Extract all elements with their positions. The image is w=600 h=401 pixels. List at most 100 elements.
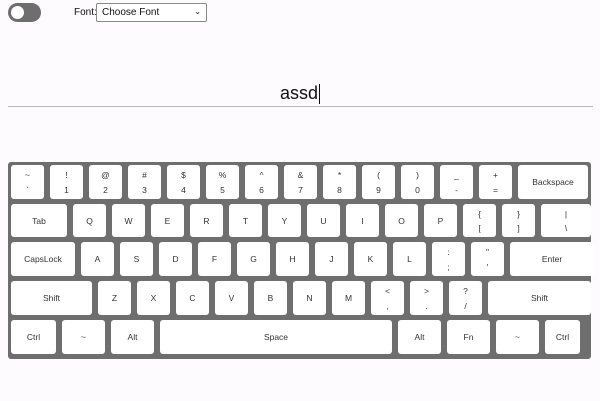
key-label: Ctrl bbox=[26, 332, 41, 342]
key-label: W bbox=[124, 215, 133, 226]
key-j[interactable]: J bbox=[315, 242, 348, 276]
key-8[interactable]: * 8 bbox=[323, 165, 356, 199]
key-base-label: ` bbox=[26, 185, 29, 195]
key-shift-label: + bbox=[493, 170, 498, 180]
key-c[interactable]: C bbox=[176, 281, 209, 315]
key-label: L bbox=[407, 254, 412, 264]
key-o[interactable]: O bbox=[385, 204, 418, 237]
key-shift-label: " bbox=[485, 247, 490, 257]
key-e[interactable]: E bbox=[151, 204, 184, 237]
key-y[interactable]: Y bbox=[268, 204, 301, 237]
key-g[interactable]: G bbox=[237, 242, 270, 276]
key-shift[interactable]: Shift bbox=[488, 281, 591, 315]
key-l[interactable]: L bbox=[393, 242, 426, 276]
key-symbol[interactable]: >. bbox=[410, 281, 443, 315]
key-label: Enter bbox=[541, 254, 563, 264]
key-base-label: 1 bbox=[64, 185, 69, 195]
key-3[interactable]: #3 bbox=[128, 165, 161, 199]
key-2[interactable]: @2 bbox=[89, 165, 122, 199]
key-alt[interactable]: Alt bbox=[111, 320, 154, 354]
key-label: D bbox=[172, 254, 179, 264]
key-m[interactable]: M bbox=[332, 281, 365, 315]
typed-text: assd bbox=[279, 83, 319, 103]
key-ctrl[interactable]: Ctrl bbox=[11, 320, 56, 354]
key-shift-label: & bbox=[297, 170, 304, 180]
key-label: H bbox=[289, 254, 296, 264]
key-b[interactable]: B bbox=[254, 281, 287, 315]
key-0[interactable]: ) 0 bbox=[401, 165, 434, 199]
key-x[interactable]: X bbox=[137, 281, 170, 315]
key-enter[interactable]: Enter bbox=[510, 242, 594, 276]
key-v[interactable]: V bbox=[215, 281, 248, 315]
key-shift-label: _ bbox=[454, 170, 459, 180]
key-backspace[interactable]: Backspace bbox=[518, 165, 588, 199]
key-symbol[interactable]: " ' bbox=[471, 242, 504, 276]
key-6[interactable]: ^ 6 bbox=[245, 165, 278, 199]
key-shift-label: % bbox=[218, 170, 227, 180]
font-select[interactable]: Choose Font ⌄ bbox=[96, 3, 207, 22]
key-symbol[interactable]: ~ bbox=[496, 320, 539, 354]
key-n[interactable]: N bbox=[293, 281, 326, 315]
key-base-label: ] bbox=[517, 223, 520, 233]
key-z[interactable]: Z bbox=[98, 281, 131, 315]
key-label: ~ bbox=[515, 332, 520, 342]
key-base-label: - bbox=[455, 185, 458, 195]
key-base-label: 4 bbox=[181, 185, 186, 195]
key-fn[interactable]: Fn bbox=[447, 320, 490, 354]
key-label: A bbox=[94, 254, 101, 264]
key-w[interactable]: W bbox=[112, 204, 145, 237]
key-h[interactable]: H bbox=[276, 242, 309, 276]
key-d[interactable]: D bbox=[159, 242, 192, 276]
key-shift-label: @ bbox=[101, 170, 110, 180]
key-p[interactable]: P bbox=[424, 204, 457, 237]
key-5[interactable]: % 5 bbox=[206, 165, 239, 199]
key-shift-label: ) bbox=[416, 170, 419, 180]
virtual-keyboard: ~ `! 1 @2 #3 $4% 5 ^ 6 & 7 * 8(9) 0 _ - + = Backspace Tab Q W… bbox=[8, 162, 594, 359]
key-label: B bbox=[267, 293, 274, 303]
key-ctrl[interactable]: Ctrl bbox=[545, 320, 580, 354]
key-base-label: [ bbox=[478, 223, 481, 233]
key-symbol[interactable]: ? / bbox=[449, 281, 482, 315]
key-label: X bbox=[150, 293, 157, 303]
key-label: V bbox=[228, 293, 235, 303]
key-symbol[interactable]: {[ bbox=[463, 204, 496, 237]
key-u[interactable]: U bbox=[307, 204, 340, 237]
key-symbol[interactable]: <, bbox=[371, 281, 404, 315]
key-s[interactable]: S bbox=[120, 242, 153, 276]
key-symbol[interactable]: ~ ` bbox=[11, 165, 44, 199]
key-shift-label: > bbox=[424, 286, 429, 296]
key-shift[interactable]: Shift bbox=[11, 281, 92, 315]
key-4[interactable]: $4 bbox=[167, 165, 200, 199]
key-base-label: 7 bbox=[298, 185, 303, 195]
key-7[interactable]: & 7 bbox=[284, 165, 317, 199]
key-alt[interactable]: Alt bbox=[398, 320, 441, 354]
key-i[interactable]: I bbox=[346, 204, 379, 237]
key-space[interactable]: Space bbox=[160, 320, 392, 354]
key-base-label: ; bbox=[447, 262, 450, 272]
key-tab[interactable]: Tab bbox=[11, 204, 67, 237]
key-q[interactable]: Q bbox=[73, 204, 106, 237]
key-r[interactable]: R bbox=[190, 204, 223, 237]
key-symbol[interactable]: | \ bbox=[541, 204, 591, 237]
key-label: Shift bbox=[530, 293, 548, 303]
key-symbol[interactable]: + = bbox=[479, 165, 512, 199]
key-symbol[interactable]: _ - bbox=[440, 165, 473, 199]
key-capslock[interactable]: CapsLock bbox=[11, 242, 75, 276]
key-k[interactable]: K bbox=[354, 242, 387, 276]
text-cursor bbox=[319, 84, 321, 105]
key-label: F bbox=[211, 254, 218, 264]
key-symbol[interactable]: ~ bbox=[62, 320, 105, 354]
key-symbol[interactable]: }] bbox=[502, 204, 535, 237]
key-1[interactable]: ! 1 bbox=[50, 165, 83, 199]
key-label: Shift bbox=[42, 293, 60, 303]
theme-toggle[interactable] bbox=[8, 3, 41, 22]
key-shift-label: ~ bbox=[25, 170, 30, 180]
key-shift-label: { bbox=[478, 209, 481, 219]
key-a[interactable]: A bbox=[81, 242, 114, 276]
key-label: E bbox=[164, 215, 171, 226]
key-9[interactable]: (9 bbox=[362, 165, 395, 199]
key-f[interactable]: F bbox=[198, 242, 231, 276]
key-t[interactable]: T bbox=[229, 204, 262, 237]
key-label: ~ bbox=[81, 332, 86, 342]
key-symbol[interactable]: :; bbox=[432, 242, 465, 276]
